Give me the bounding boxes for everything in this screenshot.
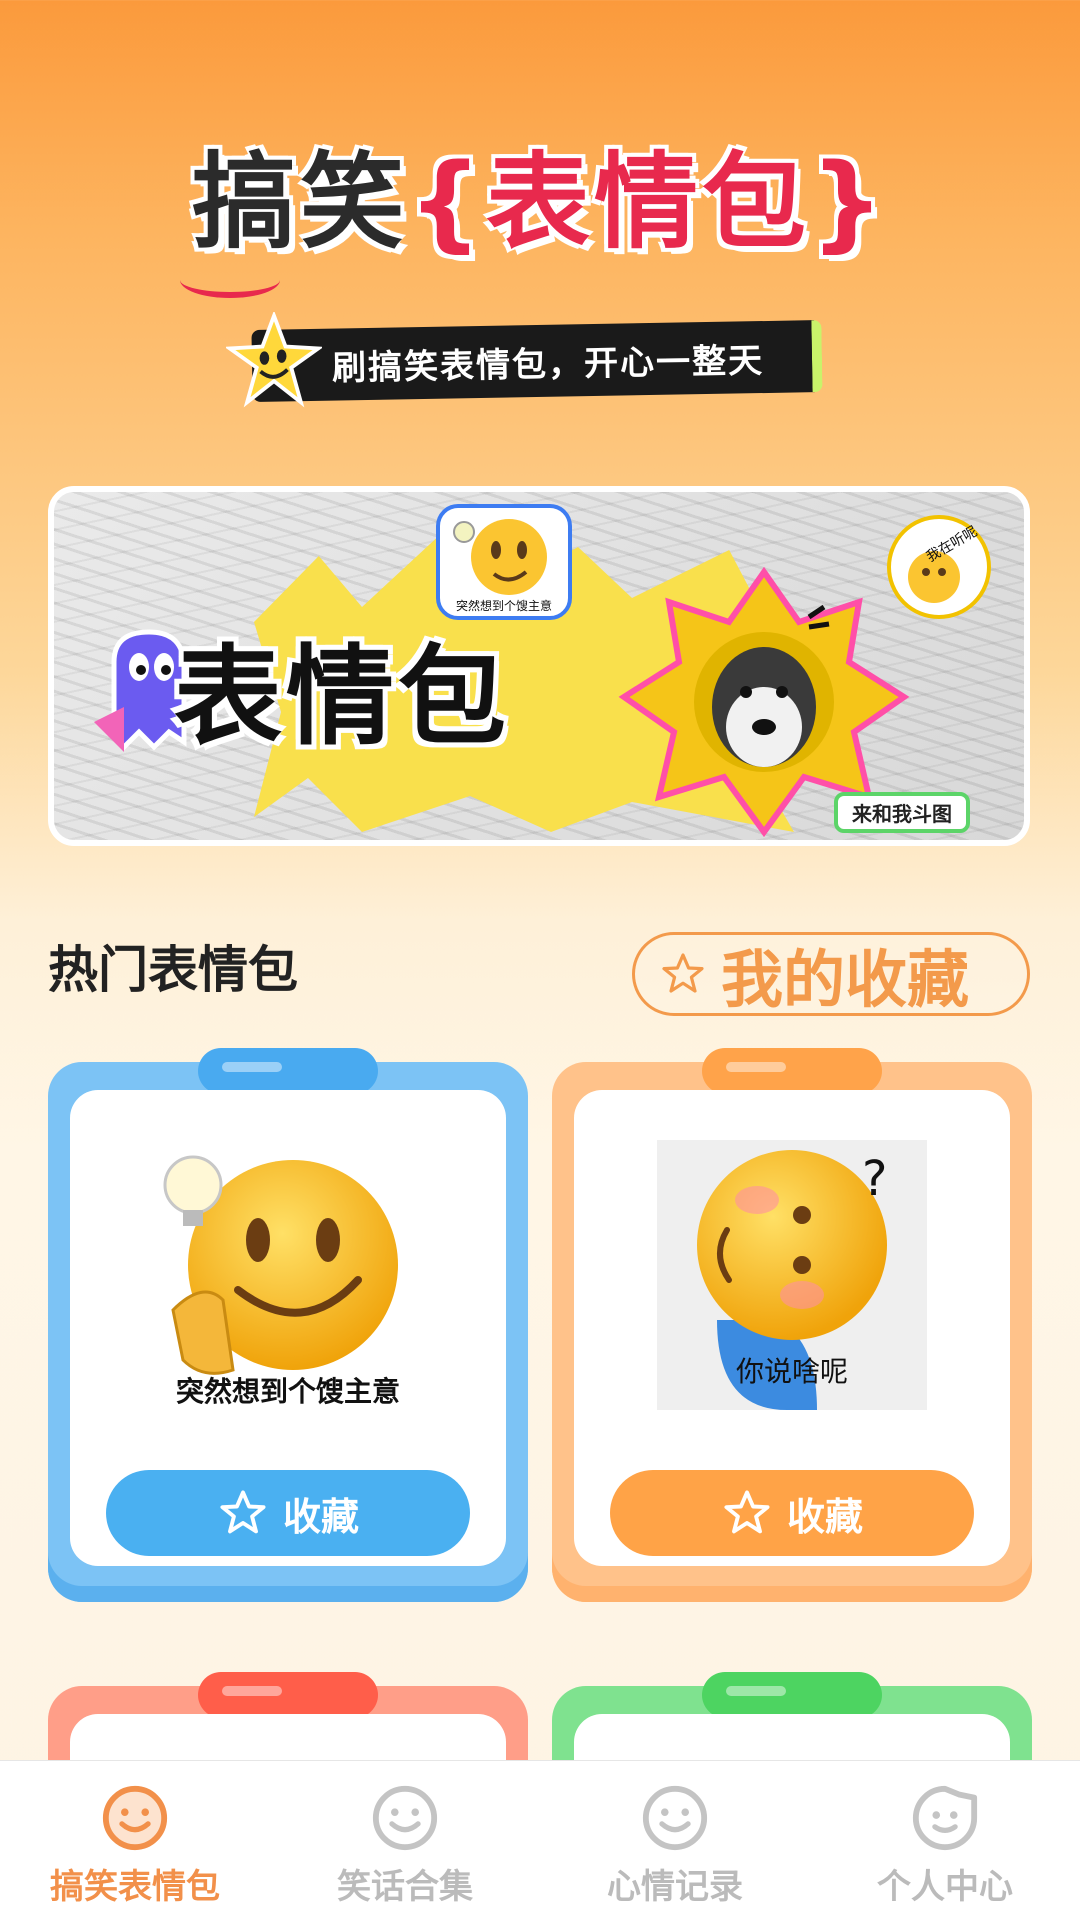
thinking-emoji-sticker-icon: 突然想到个馊主意: [436, 504, 572, 620]
card-tab-decoration: [198, 1672, 378, 1718]
nav-item-profile[interactable]: 个人中心: [835, 1783, 1055, 1908]
my-favorites-label: 我的收藏: [721, 943, 970, 1016]
nav-label: 个人中心: [877, 1867, 1013, 1907]
meme-image: ? 你说啥呢: [657, 1140, 927, 1410]
nav-label: 搞笑表情包: [50, 1867, 220, 1907]
app-title: 搞笑{表情包}: [0, 150, 1080, 254]
card-inner: 突然想到个馊主意 收藏: [70, 1090, 506, 1566]
card-tab-decoration: [702, 1048, 882, 1094]
svg-text:?: ?: [862, 1151, 887, 1207]
card-tab-decoration: [198, 1048, 378, 1094]
smile-icon: [102, 1785, 168, 1851]
star-outline-icon: [662, 953, 704, 993]
meme-card[interactable]: 突然想到个馊主意 收藏: [48, 1048, 528, 1602]
nav-label: 笑话合集: [337, 1867, 473, 1907]
banner-title: 表情包: [174, 635, 511, 760]
favorite-button-label: 收藏: [282, 1494, 359, 1539]
banner-sticker-caption: 突然想到个馊主意: [456, 598, 552, 613]
nav-label: 心情记录: [607, 1867, 743, 1907]
promo-banner[interactable]: 表情包 突然想到个馊主意 我在听呢 来和我斗图: [48, 486, 1030, 846]
favorite-button-label: 收藏: [786, 1494, 863, 1539]
favorite-button[interactable]: 收藏: [610, 1470, 974, 1556]
my-favorites-button[interactable]: 我的收藏: [632, 932, 1030, 1016]
meme-card[interactable]: ? 你说啥呢 收藏: [552, 1048, 1032, 1602]
smile-icon: [372, 1785, 438, 1851]
meme-caption: 你说啥呢: [735, 1355, 848, 1388]
listening-emoji-sticker-icon: 我在听呢: [887, 515, 991, 619]
title-underline-decoration: [180, 262, 280, 298]
nav-item-mood[interactable]: 心情记录: [565, 1783, 785, 1908]
meme-caption: 突然想到个馊主意: [175, 1375, 400, 1408]
star-mascot-icon: [226, 312, 322, 408]
nav-item-memes[interactable]: 搞笑表情包: [25, 1783, 245, 1908]
slogan-banner: 刷搞笑表情包，开心一整天: [251, 320, 823, 402]
nav-item-jokes[interactable]: 笑话合集: [295, 1783, 515, 1908]
title-part-2: {表情包}: [407, 141, 889, 263]
smile-icon: [642, 1785, 708, 1851]
profile-icon: [912, 1785, 978, 1851]
card-inner: ? 你说啥呢 收藏: [574, 1090, 1010, 1566]
card-tab-decoration: [702, 1672, 882, 1718]
bottom-navigation: 搞笑表情包 笑话合集 心情记录 个人中心: [0, 1760, 1080, 1920]
star-outline-icon: [220, 1490, 266, 1534]
favorite-button[interactable]: 收藏: [106, 1470, 470, 1556]
star-outline-icon: [724, 1490, 770, 1534]
title-part-1: 搞笑: [191, 141, 408, 263]
meme-image: 突然想到个馊主意: [143, 1140, 433, 1410]
slogan-text: 刷搞笑表情包，开心一整天: [331, 340, 765, 389]
section-title: 热门表情包: [48, 941, 298, 999]
banner-tag: 来和我斗图: [834, 792, 970, 833]
